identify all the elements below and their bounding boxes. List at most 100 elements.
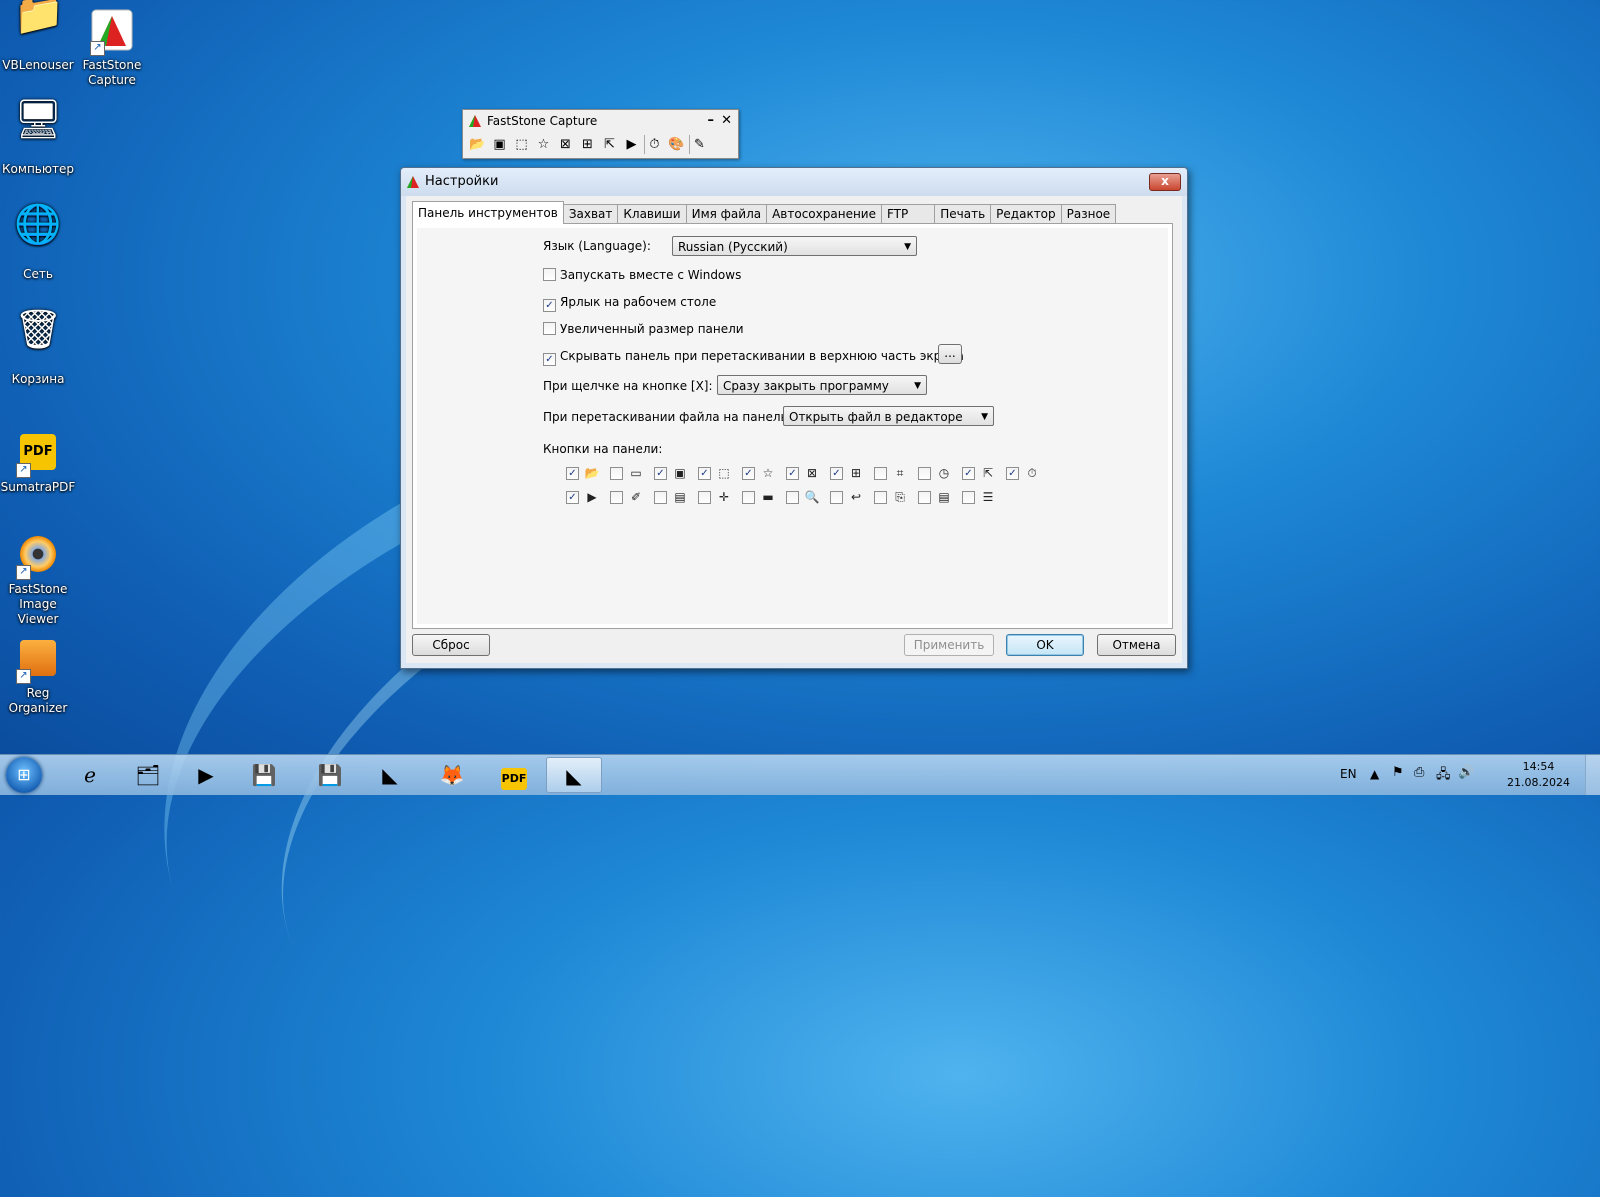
panel-button-option[interactable]: ⎘	[874, 489, 918, 505]
panel-button-option[interactable]: ▤	[654, 489, 698, 505]
clock[interactable]: 14:54 21.08.2024	[1507, 759, 1570, 791]
reset-button[interactable]: Сброс	[412, 634, 490, 656]
cancel-button[interactable]: Отмена	[1097, 634, 1176, 656]
settings-icon[interactable]: ✎	[689, 134, 709, 154]
taskbar-item[interactable]: ◣	[362, 757, 418, 793]
panel-button-option[interactable]: ✓ ▶	[566, 489, 610, 505]
taskbar-item[interactable]: ℯ	[62, 757, 118, 793]
panel-button-option[interactable]: ✓ ⇱	[962, 465, 1006, 481]
tab-filename[interactable]: Имя файла	[685, 204, 768, 224]
close-button[interactable]: ✕	[721, 110, 732, 132]
capture-toolbar-window[interactable]: FastStone Capture – ✕ 📂 ▣ ⬚ ☆ ⊠ ⊞ ⇱ ▶ ⏱ …	[462, 109, 739, 159]
checkbox-checked[interactable]: ✓	[786, 466, 799, 480]
panel-button-option[interactable]: ▭	[610, 465, 654, 481]
panel-button-option[interactable]: ⌗	[874, 465, 918, 481]
checkbox-checked[interactable]: ✓	[566, 490, 579, 504]
capture-rect-icon[interactable]: ⬚	[512, 135, 531, 154]
panel-button-option[interactable]: ✓ 📂	[566, 465, 610, 481]
panel-button-option[interactable]: ☰	[962, 489, 1006, 505]
desktop-icon-sumatrapdf[interactable]: PDF ↗ SumatraPDF	[0, 430, 76, 495]
checkbox[interactable]	[543, 322, 556, 335]
desktop-icon-vblenouser[interactable]: 📁 VBLenouser	[0, 0, 76, 73]
taskbar-item[interactable]: 🦊	[424, 757, 480, 793]
checkbox[interactable]	[610, 466, 623, 480]
flag-icon[interactable]: ⚑	[1392, 765, 1404, 780]
checkbox[interactable]	[874, 490, 887, 504]
tab-ftp[interactable]: FTP	[880, 204, 936, 224]
checkbox-checked[interactable]: ✓	[742, 466, 755, 480]
close-button[interactable]: x	[1149, 173, 1181, 191]
taskbar-item[interactable]: 🗂	[120, 757, 176, 793]
desktop-icon-computer[interactable]: 🖥 Компьютер	[0, 100, 76, 177]
screen-record-icon[interactable]: ▶	[622, 135, 641, 154]
checkbox-checked[interactable]: ✓	[654, 466, 667, 480]
checkbox[interactable]	[874, 466, 887, 480]
panel-button-option[interactable]: ✓ ⏱	[1006, 465, 1050, 481]
checkbox[interactable]	[786, 490, 799, 504]
option-start-with-windows[interactable]: Запускать вместе с Windows	[543, 268, 741, 282]
capture-freehand-icon[interactable]: ☆	[534, 135, 553, 154]
drop-file-select[interactable]: Открыть файл в редакторе ▼	[783, 406, 994, 426]
open-icon[interactable]: 📂	[468, 135, 487, 154]
panel-button-option[interactable]: ◷	[918, 465, 962, 481]
checkbox-checked[interactable]: ✓	[962, 466, 975, 480]
checkbox[interactable]	[610, 490, 623, 504]
tab-editor[interactable]: Редактор	[990, 204, 1062, 224]
dialog-titlebar[interactable]: Настройки x	[401, 168, 1187, 196]
option-hide-panel[interactable]: ✓ Скрывать панель при перетаскивании в ве…	[543, 349, 964, 366]
panel-button-option[interactable]: ▤	[918, 489, 962, 505]
panel-button-option[interactable]: ✛	[698, 489, 742, 505]
tab-print[interactable]: Печать	[934, 204, 992, 224]
network-tray-icon[interactable]: 🖧	[1436, 765, 1451, 787]
tab-toolbar[interactable]: Панель инструментов	[412, 201, 564, 224]
panel-button-option[interactable]: ▬	[742, 489, 786, 505]
capture-window-icon[interactable]: ▣	[490, 135, 509, 154]
desktop-icon-faststone-capture[interactable]: ↗ FastStone Capture	[74, 8, 150, 88]
checkbox-checked[interactable]: ✓	[1006, 466, 1019, 480]
panel-button-option[interactable]: ✓ ⊞	[830, 465, 874, 481]
checkbox-checked[interactable]: ✓	[698, 466, 711, 480]
checkbox[interactable]	[918, 490, 931, 504]
taskbar-item[interactable]: 💾	[302, 757, 358, 793]
capture-scroll-icon[interactable]: ⊞	[578, 135, 597, 154]
desktop-icon-network[interactable]: 🌐 Сеть	[0, 205, 76, 282]
desktop-icon-reg-organizer[interactable]: ↗ Reg Organizer	[0, 636, 76, 716]
checkbox[interactable]	[830, 490, 843, 504]
output-icon[interactable]: 🎨	[667, 135, 686, 154]
panel-button-option[interactable]: ✓ ▣	[654, 465, 698, 481]
tray-expand-icon[interactable]: ▲	[1370, 767, 1379, 781]
desktop-icon-recycle-bin[interactable]: 🗑 Корзина	[0, 310, 76, 387]
panel-button-option[interactable]: ✓ ☆	[742, 465, 786, 481]
tab-hotkeys[interactable]: Клавиши	[617, 204, 687, 224]
panel-button-option[interactable]: ✐	[610, 489, 654, 505]
checkbox[interactable]	[962, 490, 975, 504]
option-large-panel[interactable]: Увеличенный размер панели	[543, 322, 744, 336]
desktop-icon-faststone-viewer[interactable]: ↗ FastStone Image Viewer	[0, 532, 76, 627]
checkbox[interactable]	[654, 490, 667, 504]
settings-dialog[interactable]: Настройки x Панель инструментов Захват К…	[400, 167, 1188, 669]
close-click-select[interactable]: Сразу закрыть программу ▼	[717, 375, 927, 395]
tab-misc[interactable]: Разное	[1060, 204, 1117, 224]
checkbox-checked[interactable]: ✓	[566, 466, 579, 480]
option-desktop-shortcut[interactable]: ✓ Ярлык на рабочем столе	[543, 295, 716, 312]
panel-button-option[interactable]: 🔍	[786, 489, 830, 505]
taskbar-item[interactable]: PDF	[486, 757, 542, 793]
checkbox[interactable]	[698, 490, 711, 504]
capture-fullscreen-icon[interactable]: ⊠	[556, 135, 575, 154]
volume-icon[interactable]: 🔊	[1458, 765, 1474, 780]
tab-capture[interactable]: Захват	[562, 204, 619, 224]
show-desktop-button[interactable]	[1585, 755, 1600, 795]
checkbox[interactable]	[918, 466, 931, 480]
panel-button-option[interactable]: ↩	[830, 489, 874, 505]
timer-icon[interactable]: ⏱	[644, 134, 664, 154]
checkbox-checked[interactable]: ✓	[543, 353, 556, 366]
minimize-button[interactable]: –	[708, 110, 715, 132]
panel-button-option[interactable]: ✓ ⬚	[698, 465, 742, 481]
panel-button-option[interactable]: ✓ ⊠	[786, 465, 830, 481]
tab-autosave[interactable]: Автосохранение	[766, 204, 882, 224]
capture-toolbar-titlebar[interactable]: FastStone Capture – ✕	[463, 110, 738, 132]
taskbar-item[interactable]: ▶	[178, 757, 234, 793]
apply-button[interactable]: Применить	[904, 634, 994, 656]
device-icon[interactable]: ⎙	[1414, 765, 1424, 780]
capture-fixed-icon[interactable]: ⇱	[600, 135, 619, 154]
